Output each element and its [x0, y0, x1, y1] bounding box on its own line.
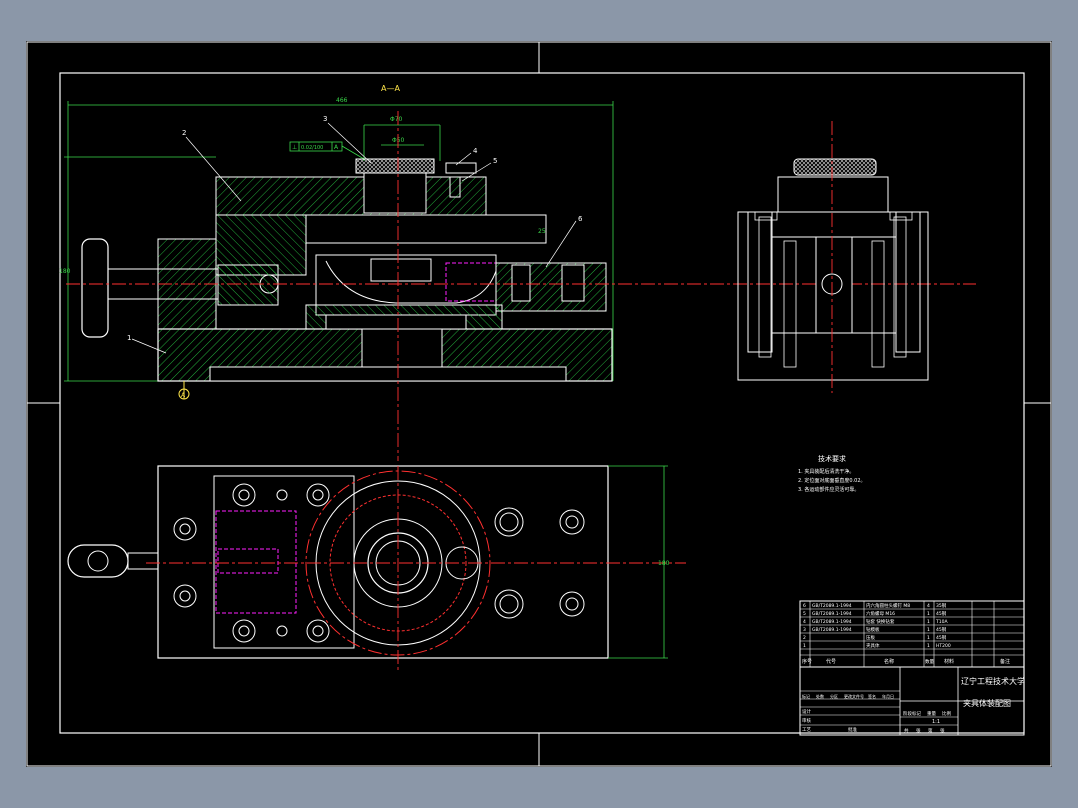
gap-dim: 25 [538, 228, 546, 235]
parts-name-3: 钻模板 [866, 626, 880, 633]
screw-head [445, 162, 477, 174]
title-block: 辽宁工程技术大学 夹具体装配图 1:1 标记 处数 分区 更改文件号 签名 年月… [799, 666, 1025, 736]
datum-label: A [181, 392, 186, 399]
balloon-6: 6 [578, 215, 583, 223]
header-code: 代号 [826, 658, 836, 665]
note-1: 1. 夹具装配后清洗干净。 [798, 468, 854, 475]
tolerance-value: 0.02/100 [301, 145, 323, 151]
sheet-unit-2: 张 [940, 727, 945, 734]
header-no: 序号 [802, 658, 812, 665]
role-process: 工艺 [802, 727, 811, 733]
parts-no-1: 1 [803, 643, 806, 649]
hidden-feature [445, 262, 497, 302]
parts-qty-2: 1 [927, 635, 930, 641]
parts-mat-4: T10A [935, 619, 948, 625]
parts-code-4: GB/T2089.1-1994 [812, 619, 852, 625]
inner-border [59, 72, 1025, 734]
balloon-4: 4 [473, 147, 478, 155]
sheet-unit-1: 张 [916, 727, 921, 734]
clamp-handle [81, 238, 109, 338]
parts-name-4: 钻套 快换钻套 [866, 618, 895, 625]
drawing-sheet: A—A 466 180 Φ70 Φ50 ⊥ 0.02/100 A 25 [26, 41, 1052, 767]
row-label-sign: 签名 [868, 693, 876, 699]
parts-qty-3: 1 [927, 627, 930, 633]
parts-qty-4: 1 [927, 619, 930, 625]
parts-mat-5: 45钢 [936, 610, 947, 617]
role-design: 设计 [802, 708, 811, 715]
note-3: 3. 各运动部件应灵活可靠。 [798, 486, 859, 493]
drawing-name: 夹具体装配图 [963, 698, 1011, 708]
sheet-total: 共 [904, 727, 909, 734]
section-label: A—A [381, 84, 400, 93]
height-dim: 180 [59, 268, 71, 275]
side-knurled-nut [793, 158, 877, 176]
drawing-canvas: A—A 466 180 Φ70 Φ50 ⊥ 0.02/100 A 25 [26, 41, 1052, 767]
parts-name-1: 夹具体 [866, 642, 880, 649]
bore-dim-outer: Φ70 [390, 116, 403, 123]
parts-no-6: 6 [803, 603, 806, 609]
tolerance-datum: A [334, 144, 339, 151]
parts-name-5: 六角螺母 M16 [866, 610, 895, 617]
header-note: 备注 [1000, 658, 1010, 665]
parts-qty-6: 4 [927, 603, 930, 609]
parts-mat-6: 35钢 [936, 602, 947, 609]
top-handle [67, 544, 129, 578]
sheet-no: 第 [928, 727, 933, 734]
balloon-1: 1 [127, 334, 131, 342]
parts-mat-2: 45钢 [936, 634, 947, 641]
header-material: 材料 [944, 658, 954, 665]
balloon-5: 5 [493, 157, 497, 165]
header-qty: 数量 [925, 658, 934, 665]
row-label-change: 更改文件号 [844, 693, 864, 699]
notes-title: 技术要求 [818, 454, 846, 463]
row-label-mark: 标记 [802, 693, 810, 699]
school-name: 辽宁工程技术大学 [961, 676, 1025, 686]
parts-code-5: GB/T2089.1-1994 [812, 611, 852, 617]
row-label-zone: 分区 [830, 693, 838, 699]
scale-label: 比例 [942, 710, 951, 717]
top-view: 180 [67, 465, 686, 671]
role-approve: 批准 [848, 726, 857, 733]
header-name: 名称 [884, 658, 894, 665]
stage-label: 阶段标记 [903, 710, 921, 717]
technical-notes: 技术要求 1. 夹具装配后清洗干净。 2. 定位面对底面垂直度0.02。 3. … [798, 454, 866, 493]
row-label-date: 年月日 [882, 693, 894, 699]
parts-no-3: 3 [803, 627, 806, 633]
parts-no-5: 5 [803, 611, 806, 617]
drill-plate [215, 176, 487, 216]
weight-label: 重量 [927, 710, 936, 717]
parts-mat-3: 45钢 [936, 626, 947, 633]
parts-no-4: 4 [803, 619, 806, 625]
balloon-2: 2 [182, 129, 186, 137]
parts-qty-5: 1 [927, 611, 930, 617]
parts-code-3: GB/T2089.1-1994 [812, 627, 852, 633]
tolerance-symbol: ⊥ [292, 144, 297, 151]
parts-code-6: GB/T2089.1-1994 [812, 603, 852, 609]
drill-bushing [363, 172, 427, 214]
balloon-3: 3 [323, 115, 327, 123]
side-view [737, 121, 929, 393]
role-review: 审核 [802, 717, 811, 724]
overall-length-dim: 466 [336, 97, 348, 104]
parts-list: 6 GB/T2089.1-1994 内六角圆柱头螺钉 M8 4 35钢 5 GB… [799, 600, 1025, 668]
drawing-scale: 1:1 [932, 719, 940, 725]
parts-name-6: 内六角圆柱头螺钉 M8 [866, 602, 910, 609]
parts-qty-1: 1 [927, 643, 930, 649]
knurled-nut [355, 158, 435, 174]
parts-mat-1: HT200 [936, 643, 951, 649]
width-dim: 180 [658, 560, 670, 567]
parts-no-2: 2 [803, 635, 806, 641]
note-2: 2. 定位面对底面垂直度0.02。 [798, 477, 866, 484]
row-label-count: 处数 [816, 693, 824, 699]
parts-name-2: 压板 [866, 634, 875, 641]
